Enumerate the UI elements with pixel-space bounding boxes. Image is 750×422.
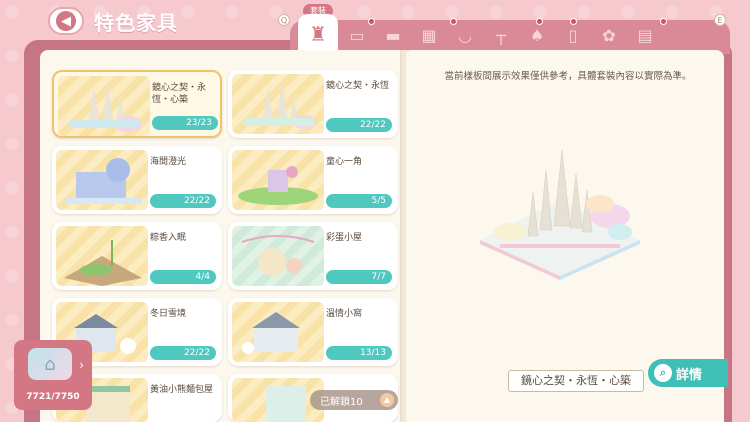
set-card[interactable]: 鏡心之契・永恆・心築 23/23 (52, 70, 222, 138)
page-header: ◀ 特色家具 (48, 6, 178, 36)
set-name: 粽香入眠 (150, 233, 187, 243)
selected-set-name: 鏡心之契・永恆・心築 (508, 370, 644, 392)
lamp-icon[interactable]: ♠ (526, 26, 548, 46)
set-card[interactable]: 童心一角 5/5 (228, 146, 398, 214)
bed-icon[interactable]: ▬ (382, 26, 404, 46)
set-count: 22/22 (326, 118, 392, 132)
points-value: 7721/7750 (26, 392, 80, 402)
details-button[interactable]: ⌕ 詳情 (648, 359, 728, 387)
set-thumbnail (232, 226, 324, 286)
notify-dot (368, 18, 375, 25)
set-name: 黃油小熊麵包屋 (150, 385, 214, 395)
set-count: 4/4 (150, 270, 216, 284)
set-thumbnail (58, 76, 150, 136)
set-thumbnail (232, 302, 324, 362)
chevron-right-icon: › (79, 358, 84, 372)
notify-dot (536, 18, 543, 25)
set-name: 彩蛋小屋 (326, 233, 363, 243)
key-hint-e: E (714, 14, 726, 26)
notify-dot (570, 18, 577, 25)
unlocked-count-badge[interactable]: 已解鎖10 ▲ (310, 390, 398, 410)
set-name: 冬日雪境 (150, 309, 187, 319)
notify-dot (450, 18, 457, 25)
wall-icon[interactable]: ▤ (634, 26, 656, 46)
furniture-points-icon: ⌂ (28, 348, 72, 380)
points-panel[interactable]: ⌂ › 7721/7750 (14, 340, 92, 410)
unlocked-label: 已解鎖10 (320, 396, 363, 408)
key-hint-q: Q (278, 14, 290, 26)
fridge-icon[interactable]: ▯ (562, 26, 584, 46)
set-card[interactable]: 鏡心之契・永恆 22/22 (228, 70, 398, 138)
preview-notice: 當前樣板間展示效果僅供參考，具體套裝內容以實際為準。 (444, 71, 692, 82)
table-icon[interactable]: ┬ (490, 26, 512, 46)
set-preview-image (470, 140, 650, 280)
set-count: 22/22 (150, 346, 216, 360)
set-thumbnail (56, 226, 148, 286)
set-name: 溫情小窩 (326, 309, 363, 319)
category-tab-bar: ▭ ▬ ▦ ◡ ┬ ♠ ▯ ✿ ▤ (290, 20, 730, 54)
plush-icon[interactable]: ✿ (598, 26, 620, 46)
set-thumbnail (232, 74, 324, 134)
set-name: 鏡心之契・永恆 (326, 81, 390, 91)
details-button-label: 詳情 (676, 367, 703, 383)
set-count: 5/5 (326, 194, 392, 208)
set-count: 7/7 (326, 270, 392, 284)
tab-set[interactable]: ♜ (298, 14, 338, 54)
bathtub-icon[interactable]: ◡ (454, 26, 476, 46)
set-count: 23/23 (152, 116, 218, 130)
sofa-icon[interactable]: ▭ (346, 26, 368, 46)
set-thumbnail (56, 150, 148, 210)
cabinet-icon[interactable]: ▦ (418, 26, 440, 46)
set-card[interactable]: 海間澄光 22/22 (52, 146, 222, 214)
back-arrow-icon: ◀ (56, 11, 76, 31)
set-name: 海間澄光 (150, 157, 187, 167)
notify-dot (660, 18, 667, 25)
set-card[interactable]: 溫情小窩 13/13 (228, 298, 398, 366)
set-name: 鏡心之契・永恆・心築 (152, 83, 207, 105)
set-card[interactable]: 彩蛋小屋 7/7 (228, 222, 398, 290)
search-icon: ⌕ (654, 364, 672, 382)
page-title: 特色家具 (94, 10, 178, 35)
chevron-up-icon: ▲ (380, 393, 394, 407)
set-thumbnail (232, 150, 324, 210)
set-icon: ♜ (309, 22, 327, 46)
set-name: 童心一角 (326, 157, 363, 167)
set-card[interactable]: 粽香入眠 4/4 (52, 222, 222, 290)
back-button[interactable]: ◀ (48, 7, 84, 35)
set-count: 13/13 (326, 346, 392, 360)
set-count: 22/22 (150, 194, 216, 208)
